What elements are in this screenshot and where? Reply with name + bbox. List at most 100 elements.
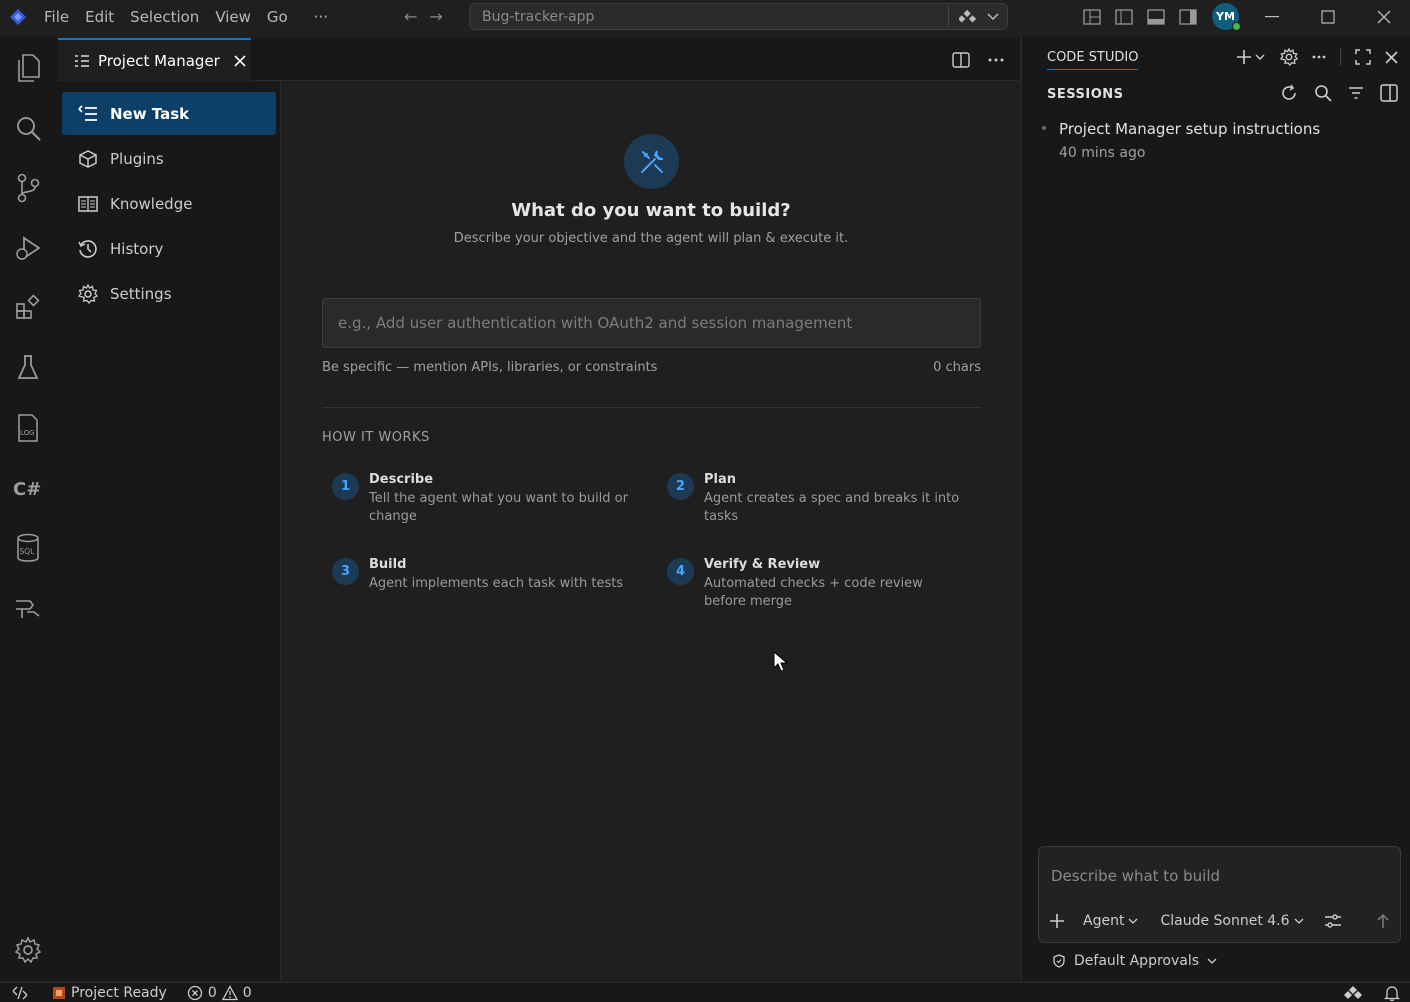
refresh-icon[interactable] — [1280, 84, 1298, 102]
filter-icon[interactable] — [1348, 86, 1364, 100]
back-arrow-icon[interactable]: ← — [404, 7, 417, 26]
char-count: 0 chars — [933, 360, 981, 375]
forward-arrow-icon[interactable]: → — [429, 7, 442, 26]
panel-title[interactable]: CODE STUDIO — [1047, 50, 1139, 70]
window-close-button[interactable] — [1356, 0, 1410, 33]
step-title: Describe — [369, 472, 434, 487]
svg-text:SQL: SQL — [20, 547, 36, 556]
chevron-down-icon[interactable] — [987, 12, 999, 21]
maximize-panel-icon[interactable] — [1355, 49, 1371, 65]
explorer-icon[interactable] — [0, 40, 56, 96]
command-center[interactable]: Bug-tracker-app — [469, 3, 1008, 30]
nav-item-label: Plugins — [110, 149, 164, 168]
command-center-text: Bug-tracker-app — [482, 8, 595, 25]
shield-icon — [1053, 954, 1065, 968]
nav-item-knowledge[interactable]: Knowledge — [62, 182, 276, 225]
maximize-button[interactable] — [1300, 0, 1356, 33]
notifications-bell-icon[interactable] — [1384, 985, 1400, 1001]
menu-more[interactable]: ··· — [306, 8, 336, 26]
nav-item-new-task[interactable]: New Task — [62, 92, 276, 135]
close-panel-icon[interactable] — [1385, 50, 1398, 64]
send-arrow-icon[interactable] — [1376, 913, 1390, 929]
task-objective-input[interactable] — [322, 298, 981, 348]
history-icon — [78, 239, 98, 259]
remote-explorer-icon[interactable] — [0, 580, 56, 636]
menu-selection[interactable]: Selection — [122, 8, 207, 26]
toggle-panel-icon[interactable] — [1146, 8, 1166, 26]
problems-indicator[interactable]: 0 0 — [187, 985, 252, 1001]
customize-layout-icon[interactable] — [1082, 8, 1102, 26]
remote-indicator-icon[interactable] — [0, 986, 40, 1000]
database-sql-icon[interactable]: SQL — [0, 520, 56, 576]
command-center-actions — [948, 6, 1007, 27]
step-description: Tell the agent what you want to build or… — [369, 491, 628, 524]
new-session-icon[interactable] — [1236, 49, 1266, 65]
chat-input-box[interactable]: Describe what to build Agent Claude Sonn… — [1038, 846, 1401, 943]
editor-tab-strip: Project Manager — [56, 38, 1020, 81]
run-debug-icon[interactable] — [0, 220, 56, 276]
csharp-icon[interactable]: C# — [0, 460, 56, 516]
nav-item-label: Knowledge — [110, 194, 193, 213]
editor-actions — [952, 38, 1004, 81]
nav-item-label: New Task — [110, 104, 190, 123]
approvals-picker[interactable]: Default Approvals — [1052, 953, 1217, 969]
model-picker[interactable]: Claude Sonnet 4.6 — [1160, 913, 1304, 929]
project-icon — [53, 986, 65, 999]
search-icon[interactable] — [0, 100, 56, 156]
toggle-sidebar-icon[interactable] — [1380, 84, 1398, 102]
source-control-icon[interactable] — [0, 160, 56, 216]
minimize-button[interactable] — [1244, 0, 1300, 33]
session-name: Project Manager setup instructions — [1059, 120, 1321, 138]
extensions-icon[interactable] — [0, 280, 56, 336]
project-status[interactable]: Project Ready — [52, 985, 167, 1001]
tab-project-manager[interactable]: Project Manager — [58, 38, 251, 81]
more-actions-icon[interactable] — [988, 58, 1004, 62]
step-number: 2 — [667, 473, 694, 500]
model-label: Claude Sonnet 4.6 — [1160, 913, 1290, 929]
more-icon[interactable] — [1312, 55, 1326, 59]
nav-arrows: ← → — [404, 0, 443, 33]
toggle-secondary-sidebar-icon[interactable] — [1178, 8, 1198, 26]
mode-picker[interactable]: Agent — [1083, 913, 1138, 929]
status-bar: Project Ready 0 0 — [0, 982, 1410, 1002]
nav-item-history[interactable]: History — [62, 227, 276, 270]
toggle-primary-sidebar-icon[interactable] — [1114, 8, 1134, 26]
activity-bar: LOG C# SQL — [0, 36, 56, 980]
sessions-heading: SESSIONS — [1047, 87, 1124, 102]
testing-flask-icon[interactable] — [0, 340, 56, 396]
split-editor-icon[interactable] — [952, 51, 970, 68]
account-avatar[interactable]: YM — [1212, 3, 1241, 31]
nav-item-settings[interactable]: Settings — [62, 272, 276, 315]
step-description: Agent implements each task with tests — [369, 576, 624, 591]
tab-close-icon[interactable] — [234, 54, 246, 67]
step-number: 1 — [332, 473, 359, 500]
panel-actions — [1236, 48, 1398, 66]
page-subtitle: Describe your objective and the agent wi… — [453, 231, 849, 246]
project-status-label: Project Ready — [71, 984, 167, 1001]
settings-gear-icon[interactable] — [1280, 48, 1298, 66]
list-icon — [78, 104, 98, 123]
menu-edit[interactable]: Edit — [77, 8, 122, 26]
sessions-actions — [1280, 84, 1398, 102]
tools-sliders-icon[interactable] — [1324, 913, 1342, 929]
package-icon — [78, 149, 98, 168]
page-title: What do you want to build? — [511, 200, 791, 221]
nav-item-label: History — [110, 239, 164, 258]
copilot-status-icon[interactable] — [1344, 985, 1362, 1001]
log-icon[interactable]: LOG — [0, 400, 56, 456]
menu-view[interactable]: View — [207, 8, 259, 26]
online-status-dot — [1232, 22, 1241, 31]
manage-gear-icon[interactable] — [0, 922, 56, 978]
copilot-icon[interactable] — [959, 9, 977, 25]
nav-item-label: Settings — [110, 284, 172, 303]
tab-label: Project Manager — [98, 51, 220, 70]
nav-item-plugins[interactable]: Plugins — [62, 137, 276, 180]
search-icon[interactable] — [1314, 84, 1332, 102]
menu-go[interactable]: Go — [259, 8, 296, 26]
mouse-cursor-icon — [773, 651, 789, 673]
add-context-icon[interactable] — [1049, 913, 1065, 929]
step-description: Agent creates a spec and breaks it into … — [704, 491, 960, 524]
menu-file[interactable]: File — [36, 8, 77, 26]
svg-text:LOG: LOG — [20, 429, 35, 437]
chat-toolbar: Agent Claude Sonnet 4.6 — [1049, 909, 1394, 933]
